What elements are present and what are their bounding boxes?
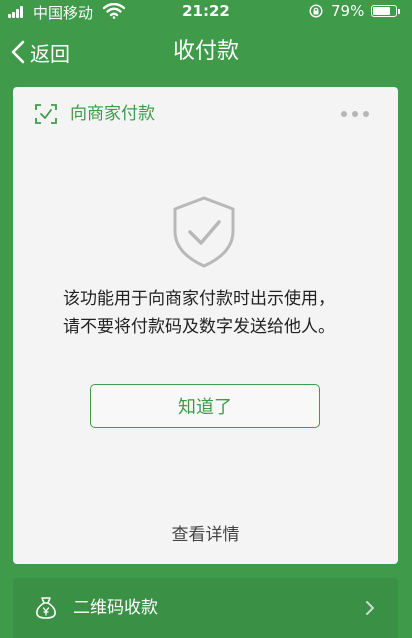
scan-icon [35,104,57,124]
battery-icon [371,5,400,17]
view-details-link[interactable]: 查看详情 [13,520,398,545]
card-title: 向商家付款 [70,104,155,124]
qr-receive-label: 二维码收款 [73,598,158,618]
more-icon[interactable] [340,109,370,119]
warning-text: 该功能用于向商家付款时出示使用，请不要将付款码及数字发送给他人。 [63,289,335,337]
acknowledge-button-label: 知道了 [178,397,232,418]
battery-percent: 79% [331,2,365,20]
status-bar: 中国移动 21:22 79% [0,0,412,24]
lock-rotation-icon [309,4,323,18]
nav-bar: 返回 收付款 [0,28,412,76]
money-bag-icon [36,597,56,619]
card-header: 向商家付款 [13,87,398,141]
acknowledge-button[interactable]: 知道了 [90,384,320,428]
qr-receive-row[interactable]: 二维码收款 [13,578,398,638]
chevron-right-icon [366,601,374,615]
shield-check-icon [173,196,235,268]
page-title: 收付款 [172,39,239,64]
payment-card: 向商家付款 该功能用于向商家付款时出示使用，请不要将付款码及数字发送给他人。 知… [13,87,398,564]
